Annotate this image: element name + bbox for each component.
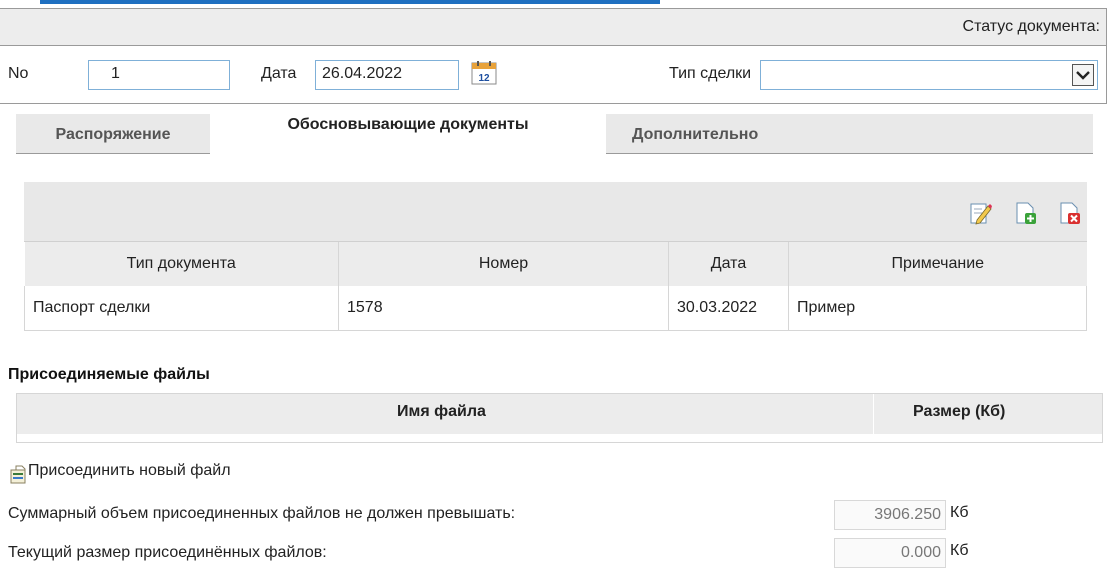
tab-order[interactable]: Распоряжение bbox=[16, 114, 210, 154]
max-size-label: Суммарный объем присоединенных файлов не… bbox=[8, 505, 516, 522]
attach-file-icon bbox=[10, 464, 28, 484]
column-header-note[interactable]: Примечание bbox=[788, 242, 1087, 286]
files-header-row: Имя файла Размер (Кб) bbox=[17, 394, 1102, 434]
current-size-unit: Кб bbox=[950, 542, 969, 559]
cell-number[interactable]: 1578 bbox=[338, 286, 669, 331]
tab-supporting-documents[interactable]: Обосновывающие документы bbox=[212, 108, 604, 154]
document-header-row: No 1 Дата 26.04.2022 12 Тип сделки bbox=[0, 46, 1107, 104]
chevron-down-icon[interactable] bbox=[1072, 64, 1094, 86]
column-header-file-size[interactable]: Размер (Кб) bbox=[913, 403, 1005, 421]
status-label: Статус документа: bbox=[962, 18, 1100, 35]
add-document-icon[interactable] bbox=[1014, 200, 1038, 226]
supporting-documents-grid: Тип документа Номер Дата Примечание Пасп… bbox=[24, 182, 1087, 331]
column-header-doc-type[interactable]: Тип документа bbox=[24, 242, 339, 286]
table-header-row: Тип документа Номер Дата Примечание bbox=[24, 242, 1087, 286]
delete-document-icon[interactable] bbox=[1058, 200, 1082, 226]
cell-note[interactable]: Пример bbox=[788, 286, 1087, 331]
number-label: No bbox=[8, 65, 29, 82]
column-header-date[interactable]: Дата bbox=[668, 242, 789, 286]
attached-files-title: Присоединяемые файлы bbox=[8, 366, 210, 383]
calendar-day-text: 12 bbox=[478, 73, 490, 84]
column-header-file-name[interactable]: Имя файла bbox=[397, 403, 486, 421]
edit-document-icon[interactable] bbox=[968, 200, 992, 226]
max-size-value: 3906.250 bbox=[834, 500, 946, 530]
max-size-unit: Кб bbox=[950, 504, 969, 521]
page-title-remnant bbox=[40, 0, 660, 4]
table-row[interactable]: Паспорт сделки 1578 30.03.2022 Пример bbox=[24, 286, 1087, 331]
column-header-number[interactable]: Номер bbox=[338, 242, 669, 286]
deal-type-label: Тип сделки bbox=[669, 65, 752, 82]
documents-table: Тип документа Номер Дата Примечание Пасп… bbox=[24, 242, 1087, 331]
grid-toolbar bbox=[24, 182, 1087, 242]
status-row: Статус документа: bbox=[0, 8, 1107, 46]
date-field[interactable]: 26.04.2022 bbox=[315, 60, 459, 90]
attach-new-file-label[interactable]: Присоединить новый файл bbox=[28, 462, 231, 480]
top-strip bbox=[0, 0, 1107, 8]
current-size-label: Текущий размер присоединённых файлов: bbox=[8, 544, 327, 561]
number-field[interactable]: 1 bbox=[88, 60, 230, 90]
calendar-icon[interactable]: 12 bbox=[470, 60, 498, 86]
attached-files-table: Имя файла Размер (Кб) bbox=[16, 393, 1103, 443]
tab-additional[interactable]: Дополнительно bbox=[606, 114, 1093, 154]
cell-doc-type[interactable]: Паспорт сделки bbox=[24, 286, 339, 331]
deal-type-select[interactable] bbox=[760, 60, 1098, 90]
cell-date[interactable]: 30.03.2022 bbox=[668, 286, 789, 331]
tab-bar: Распоряжение Обосновывающие документы До… bbox=[16, 108, 1093, 154]
date-label: Дата bbox=[261, 65, 297, 82]
current-size-value: 0.000 bbox=[834, 538, 946, 568]
column-divider bbox=[873, 394, 874, 434]
